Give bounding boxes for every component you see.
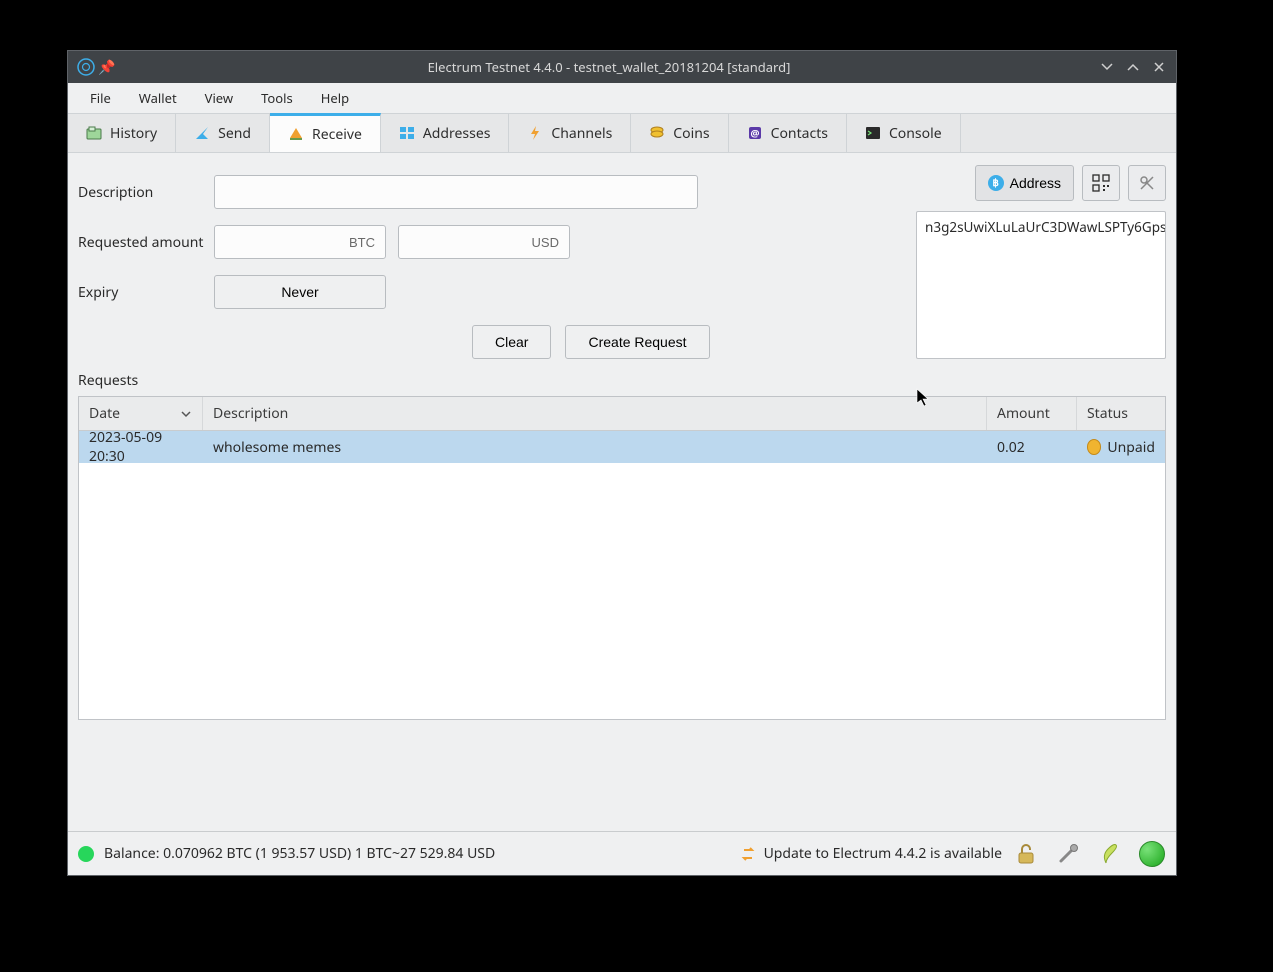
receive-form: Description Requested amount Expiry Neve… [78, 165, 906, 359]
menu-file[interactable]: File [76, 83, 125, 113]
tab-contacts[interactable]: @Contacts [729, 114, 847, 152]
content-area: Description Requested amount Expiry Neve… [68, 153, 1176, 831]
window-title: Electrum Testnet 4.4.0 - testnet_wallet_… [118, 58, 1100, 76]
right-column: ฿Address n3g2sUwiXLuLaUrC3DWawLSPTy6Gps [916, 165, 1166, 359]
coins-icon [649, 125, 665, 141]
create-request-button[interactable]: Create Request [565, 325, 709, 359]
balance-text: Balance: 0.070962 BTC (1 953.57 USD) 1 B… [104, 844, 495, 863]
pin-icon[interactable]: 📌 [96, 58, 118, 77]
network-status-icon[interactable] [78, 846, 94, 862]
app-window: 📌 Electrum Testnet 4.4.0 - testnet_walle… [67, 50, 1177, 876]
tabbar: History Send Receive Addresses Channels … [68, 113, 1176, 153]
update-icon [740, 846, 756, 862]
send-icon [194, 125, 210, 141]
seed-icon[interactable] [1096, 840, 1124, 868]
amount-usd-input[interactable] [398, 225, 570, 259]
lock-icon[interactable] [1012, 840, 1040, 868]
description-label: Description [78, 183, 214, 202]
console-icon [865, 125, 881, 141]
table-header: Date Description Amount Status [79, 397, 1165, 431]
tab-send[interactable]: Send [176, 114, 270, 152]
preferences-icon[interactable] [1054, 840, 1082, 868]
menu-tools[interactable]: Tools [247, 83, 307, 113]
tab-receive[interactable]: Receive [270, 113, 381, 152]
contacts-icon: @ [747, 125, 763, 141]
tab-addresses[interactable]: Addresses [381, 114, 510, 152]
close-button[interactable] [1152, 60, 1166, 74]
address-display[interactable]: n3g2sUwiXLuLaUrC3DWawLSPTy6Gps [916, 211, 1166, 359]
mouse-cursor [916, 388, 930, 408]
qr-icon [1092, 174, 1110, 192]
requests-heading: Requests [78, 371, 1166, 390]
menu-help[interactable]: Help [307, 83, 363, 113]
minimize-button[interactable] [1100, 60, 1114, 74]
col-description[interactable]: Description [203, 397, 987, 430]
expiry-dropdown[interactable]: Never [214, 275, 386, 309]
tools-button[interactable] [1128, 165, 1166, 201]
tools-icon [1138, 174, 1156, 192]
col-status[interactable]: Status [1077, 397, 1165, 430]
maximize-button[interactable] [1126, 60, 1140, 74]
app-icon [68, 58, 96, 76]
cell-amount: 0.02 [987, 438, 1077, 457]
history-icon [86, 125, 102, 141]
tab-coins[interactable]: Coins [631, 114, 728, 152]
requests-table: Date Description Amount Status 2023-05-0… [78, 396, 1166, 720]
chevron-down-icon [180, 408, 192, 420]
tab-channels[interactable]: Channels [509, 114, 631, 152]
address-view-button[interactable]: ฿Address [975, 165, 1074, 201]
update-notice[interactable]: Update to Electrum 4.4.2 is available [740, 844, 1002, 863]
cell-status: Unpaid [1077, 438, 1165, 457]
description-input[interactable] [214, 175, 698, 209]
table-row[interactable]: 2023-05-09 20:30 wholesome memes 0.02 Un… [79, 431, 1165, 463]
cell-date: 2023-05-09 20:30 [79, 428, 203, 466]
tab-console[interactable]: Console [847, 114, 961, 152]
tab-history[interactable]: History [68, 114, 176, 152]
titlebar: 📌 Electrum Testnet 4.4.0 - testnet_walle… [68, 51, 1176, 83]
clear-button[interactable]: Clear [472, 325, 551, 359]
requested-amount-label: Requested amount [78, 233, 214, 252]
cell-description: wholesome memes [203, 438, 987, 457]
addresses-icon [399, 125, 415, 141]
statusbar: Balance: 0.070962 BTC (1 953.57 USD) 1 B… [68, 831, 1176, 875]
svg-text:@: @ [750, 126, 759, 140]
col-date[interactable]: Date [79, 397, 203, 430]
menu-wallet[interactable]: Wallet [125, 83, 191, 113]
menu-view[interactable]: View [191, 83, 247, 113]
clock-icon [1087, 439, 1101, 455]
bitcoin-icon: ฿ [988, 175, 1004, 191]
channels-icon [527, 125, 543, 141]
connection-orb-icon[interactable] [1138, 840, 1166, 868]
qr-button[interactable] [1082, 165, 1120, 201]
amount-btc-input[interactable] [214, 225, 386, 259]
col-amount[interactable]: Amount [987, 397, 1077, 430]
expiry-label: Expiry [78, 283, 214, 302]
menubar: File Wallet View Tools Help [68, 83, 1176, 113]
receive-icon [288, 126, 304, 142]
